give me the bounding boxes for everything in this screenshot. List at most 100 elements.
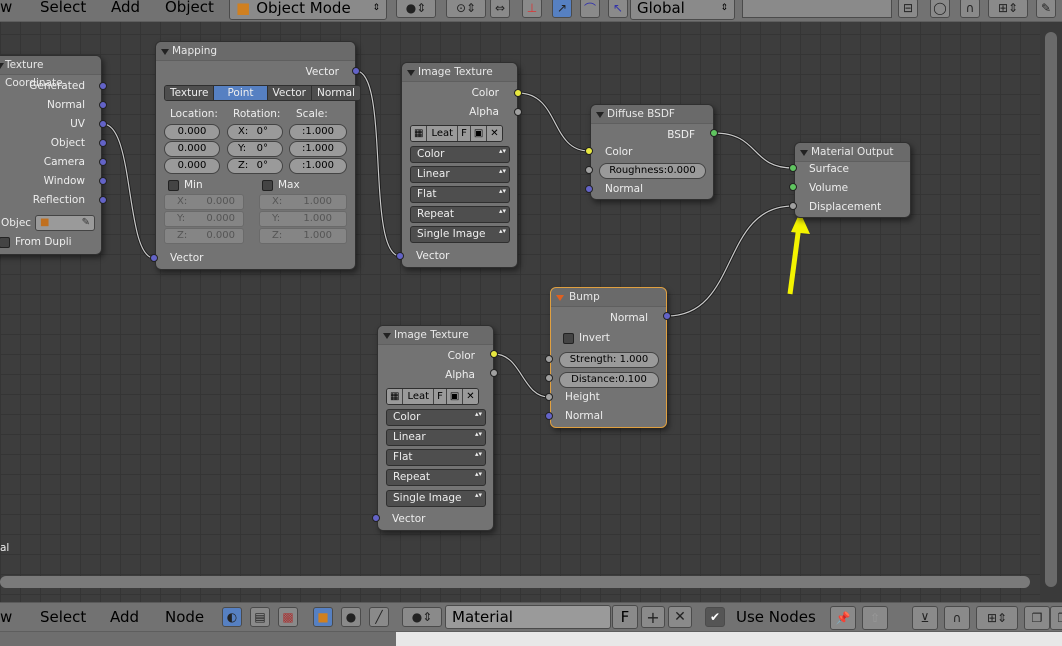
scale-z-field[interactable]: :1.000 <box>289 158 347 174</box>
menu-select[interactable]: Select <box>40 610 86 625</box>
socket-bump-height-in[interactable] <box>545 393 553 401</box>
node-header[interactable]: Bump <box>551 288 666 307</box>
fake-user-button[interactable]: F <box>434 389 447 404</box>
paste-button[interactable]: ❐ <box>1050 606 1062 630</box>
from-dupli-checkbox[interactable] <box>0 237 10 248</box>
strength-field[interactable]: Strength: 1.000 <box>559 352 659 368</box>
location-z-field[interactable]: 0.000 <box>164 158 220 174</box>
mapping-type-selector[interactable]: Texture Point Vector Normal <box>164 85 361 101</box>
image-name[interactable]: Leat <box>403 389 435 404</box>
menu-view[interactable]: w <box>0 610 12 625</box>
scale-x-field[interactable]: :1.000 <box>289 124 347 140</box>
mode-point[interactable]: Point <box>214 86 268 100</box>
shader-tree-button[interactable]: ◐ <box>222 607 242 627</box>
node-bump[interactable]: Bump Normal Invert Strength: 1.000 Dista… <box>550 287 667 428</box>
image-browse-icon[interactable]: ▦ <box>387 389 404 404</box>
socket-bump-strength-in[interactable] <box>545 355 553 363</box>
node-header[interactable]: Image Texture <box>378 326 493 345</box>
copy-button[interactable]: ❐ <box>1024 606 1050 630</box>
socket-normal[interactable] <box>99 101 107 109</box>
rotation-x-field[interactable]: X: 0° <box>227 124 283 140</box>
node-header[interactable]: Material Output <box>795 143 910 162</box>
image-name[interactable]: Leat <box>427 126 459 141</box>
socket-reflection[interactable] <box>99 196 107 204</box>
extension-dropdown[interactable]: Repeat <box>410 206 510 223</box>
socket-imgtex2-color[interactable] <box>490 350 498 358</box>
socket-bump-normal-out[interactable] <box>663 312 671 320</box>
source-dropdown[interactable]: Single Image <box>410 226 510 243</box>
roughness-field[interactable]: Roughness:0.000 <box>599 163 706 179</box>
socket-camera[interactable] <box>99 158 107 166</box>
max-checkbox[interactable] <box>262 180 273 191</box>
material-fake-user-button[interactable]: F <box>612 605 638 629</box>
socket-diffuse-normal-in[interactable] <box>585 185 593 193</box>
mode-normal[interactable]: Normal <box>311 86 360 100</box>
image-selector[interactable]: ▦ Leat F ▣ ✕ <box>386 388 479 405</box>
min-x-field[interactable]: X: 0.000 <box>164 194 244 210</box>
socket-mapping-vector-out[interactable] <box>352 67 360 75</box>
use-nodes-checkbox[interactable]: ✔ <box>705 607 725 627</box>
open-image-icon[interactable]: ▣ <box>470 126 488 141</box>
node-material-output[interactable]: Material Output Surface Volume Displacem… <box>794 142 911 218</box>
object-field[interactable]: ■ ✎ <box>35 215 95 231</box>
menu-add[interactable]: Add <box>110 610 139 625</box>
socket-imgtex2-alpha[interactable] <box>490 369 498 377</box>
rotation-y-field[interactable]: Y: 0° <box>227 141 283 157</box>
node-header[interactable]: Diffuse BSDF <box>591 105 713 124</box>
texture-tree-button[interactable]: ▩ <box>278 607 298 627</box>
new-material-button[interactable]: + <box>641 606 665 628</box>
node-image-texture-1[interactable]: Image Texture Color Alpha ▦ Leat F ▣ ✕ C… <box>401 62 518 268</box>
color-space-dropdown[interactable]: Color <box>410 146 510 163</box>
open-image-icon[interactable]: ▣ <box>446 389 464 404</box>
socket-generated[interactable] <box>99 82 107 90</box>
color-space-dropdown[interactable]: Color <box>386 409 486 426</box>
socket-uv[interactable] <box>99 120 107 128</box>
snap-button[interactable]: ∩ <box>944 606 970 630</box>
object-shader-button[interactable]: ■ <box>313 607 333 627</box>
min-z-field[interactable]: Z: 0.000 <box>164 228 244 244</box>
socket-mapping-vector-in[interactable] <box>150 254 158 262</box>
close-icon[interactable]: ✕ <box>463 389 478 404</box>
node-header[interactable]: Image Texture <box>402 63 517 82</box>
node-header[interactable]: Mapping <box>156 42 355 61</box>
socket-diffuse-roughness-in[interactable] <box>585 166 593 174</box>
socket-object[interactable] <box>99 139 107 147</box>
material-browse-button[interactable]: ●⇕ <box>402 607 442 627</box>
node-image-texture-2[interactable]: Image Texture Color Alpha ▦ Leat F ▣ ✕ C… <box>377 325 494 531</box>
close-icon[interactable]: ✕ <box>487 126 502 141</box>
max-x-field[interactable]: X: 1.000 <box>259 194 347 210</box>
menu-node[interactable]: Node <box>165 610 204 625</box>
mode-texture[interactable]: Texture <box>165 86 215 100</box>
mode-vector[interactable]: Vector <box>267 86 312 100</box>
distance-field[interactable]: Distance:0.100 <box>559 372 659 388</box>
socket-output-surface[interactable] <box>789 164 797 172</box>
socket-bump-normal-in[interactable] <box>545 412 553 420</box>
linestyle-shader-button[interactable]: ╱ <box>369 607 389 627</box>
pin-button[interactable]: 📌 <box>830 606 856 630</box>
socket-imgtex1-vector[interactable] <box>396 252 404 260</box>
backdrop-button[interactable]: ⊻ <box>912 606 938 630</box>
extension-dropdown[interactable]: Repeat <box>386 469 486 486</box>
socket-bump-distance-in[interactable] <box>545 374 553 382</box>
socket-imgtex1-alpha[interactable] <box>514 108 522 116</box>
node-diffuse-bsdf[interactable]: Diffuse BSDF BSDF Color Roughness:0.000 … <box>590 104 714 200</box>
invert-checkbox[interactable] <box>563 333 574 344</box>
socket-output-volume[interactable] <box>789 183 797 191</box>
min-y-field[interactable]: Y: 0.000 <box>164 211 244 227</box>
unlink-material-button[interactable]: ✕ <box>668 606 692 628</box>
scale-y-field[interactable]: :1.000 <box>289 141 347 157</box>
location-x-field[interactable]: 0.000 <box>164 124 220 140</box>
node-mapping[interactable]: Mapping Vector Texture Point Vector Norm… <box>155 41 361 270</box>
interpolation-dropdown[interactable]: Linear <box>386 429 486 446</box>
socket-imgtex2-vector[interactable] <box>372 514 380 522</box>
projection-dropdown[interactable]: Flat <box>410 186 510 203</box>
socket-diffuse-color-in[interactable] <box>585 147 593 155</box>
socket-window[interactable] <box>99 177 107 185</box>
image-selector[interactable]: ▦ Leat F ▣ ✕ <box>410 125 503 142</box>
compositor-tree-button[interactable]: ▤ <box>250 607 270 627</box>
min-checkbox[interactable] <box>168 180 179 191</box>
fake-user-button[interactable]: F <box>458 126 471 141</box>
image-browse-icon[interactable]: ▦ <box>411 126 428 141</box>
max-z-field[interactable]: Z: 1.000 <box>259 228 347 244</box>
socket-output-displacement[interactable] <box>789 202 797 210</box>
